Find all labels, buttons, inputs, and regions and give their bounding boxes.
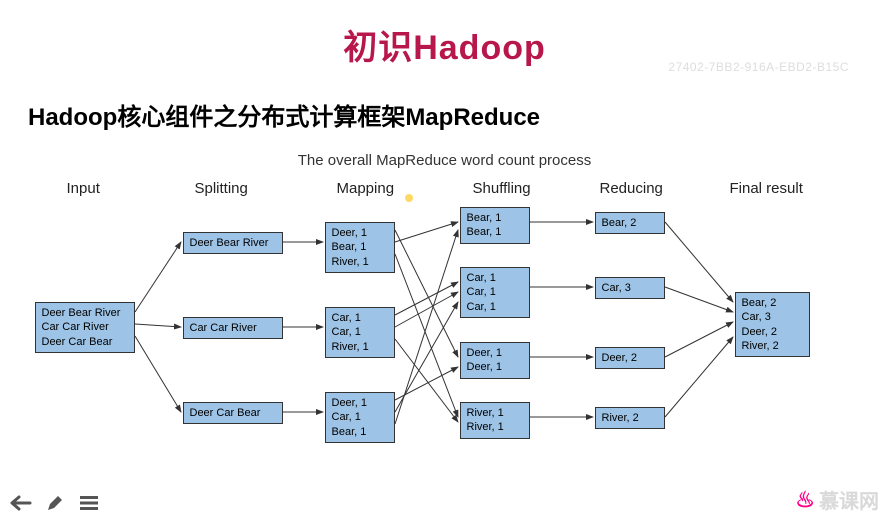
shuffle-box-1: Bear, 1 Bear, 1 [460,207,530,244]
reduce-box-4: River, 2 [595,407,665,429]
col-reducing-header: Reducing [600,180,663,197]
bottom-toolbar [10,492,100,514]
reduce-box-2: Car, 3 [595,277,665,299]
input-box: Deer Bear River Car Car River Deer Car B… [35,302,135,353]
split-box-2: Car Car River [183,317,283,339]
reduce-box-1: Bear, 2 [595,212,665,234]
shuffle-box-2: Car, 1 Car, 1 Car, 1 [460,267,530,318]
final-box: Bear, 2 Car, 3 Deer, 2 River, 2 [735,292,810,357]
map-box-3: Deer, 1 Car, 1 Bear, 1 [325,392,395,443]
arrows-layer [35,152,855,482]
shuffle-box-4: River, 1 River, 1 [460,402,530,439]
split-box-3: Deer Car Bear [183,402,283,424]
diagram-title: The overall MapReduce word count process [35,152,855,169]
col-splitting-header: Splitting [195,180,248,197]
col-mapping-header: Mapping [337,180,395,197]
laser-pointer-dot [405,194,413,202]
map-box-1: Deer, 1 Bear, 1 River, 1 [325,222,395,273]
reduce-box-3: Deer, 2 [595,347,665,369]
map-box-2: Car, 1 Car, 1 River, 1 [325,307,395,358]
subtitle: Hadoop核心组件之分布式计算框架MapReduce [28,97,889,132]
col-input-header: Input [67,180,100,197]
pencil-icon[interactable] [44,492,66,514]
diagram: The overall MapReduce word count process… [35,152,855,482]
back-arrow-icon[interactable] [10,492,32,514]
col-final-header: Final result [730,180,803,197]
watermark-id: 27402-7BB2-916A-EBD2-B15C [668,60,849,74]
shuffle-box-3: Deer, 1 Deer, 1 [460,342,530,379]
col-shuffling-header: Shuffling [473,180,531,197]
split-box-1: Deer Bear River [183,232,283,254]
menu-icon[interactable] [78,492,100,514]
